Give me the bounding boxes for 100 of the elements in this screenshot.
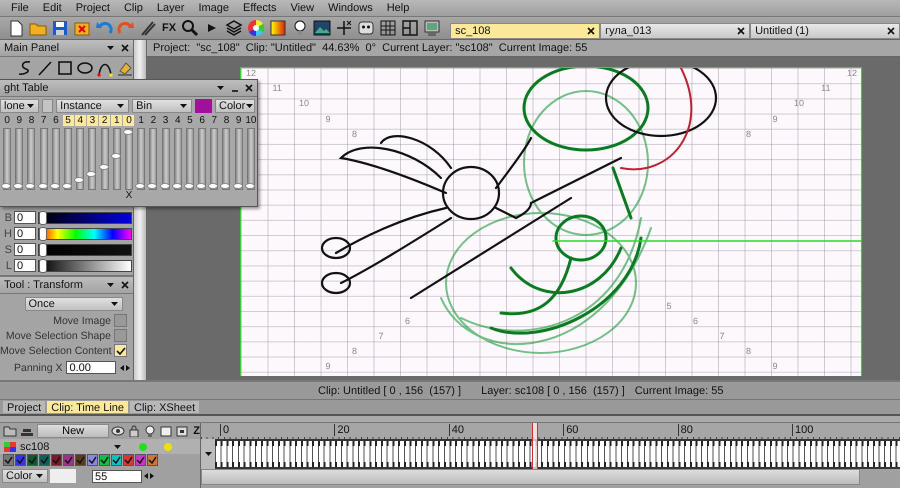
folder-icon[interactable] bbox=[3, 425, 17, 437]
layer-row[interactable]: sc108 bbox=[0, 439, 200, 454]
document-tab[interactable]: гула_013 bbox=[600, 23, 750, 39]
framed-square-icon[interactable] bbox=[175, 425, 190, 437]
panel-tab[interactable]: Project bbox=[2, 400, 46, 414]
dropdown-caret-icon[interactable] bbox=[245, 103, 254, 109]
horizontal-scrollbar[interactable] bbox=[201, 469, 860, 485]
layers-icon[interactable] bbox=[225, 19, 244, 37]
checkbox[interactable] bbox=[114, 329, 127, 342]
slider-thumb[interactable] bbox=[172, 183, 182, 189]
color-group-checkbox[interactable] bbox=[3, 454, 14, 466]
slider-thumb[interactable] bbox=[220, 183, 230, 189]
close-icon[interactable] bbox=[121, 44, 129, 52]
frame-offset-label[interactable]: 2 bbox=[148, 115, 159, 126]
menu-caret-icon[interactable] bbox=[106, 45, 115, 51]
frame-offset-label[interactable]: 0 bbox=[2, 115, 13, 126]
frame-offset-label[interactable]: 3 bbox=[160, 115, 172, 126]
frame-offset-label[interactable]: 6 bbox=[196, 115, 208, 126]
frame-offset-label[interactable]: 6 bbox=[50, 115, 62, 126]
crosshair-icon[interactable] bbox=[335, 19, 354, 37]
grid-icon[interactable] bbox=[379, 19, 398, 37]
dropdown[interactable]: Bin bbox=[132, 99, 192, 113]
menu-item[interactable]: Effects bbox=[236, 1, 284, 15]
mask-icon[interactable] bbox=[357, 19, 376, 37]
frame-offset-label[interactable]: 2 bbox=[99, 115, 110, 126]
menu-item[interactable]: File bbox=[4, 1, 36, 15]
slider-thumb[interactable] bbox=[1, 183, 12, 189]
save-icon[interactable] bbox=[51, 19, 69, 37]
dropdown-caret-icon[interactable] bbox=[178, 103, 188, 109]
slider-thumb[interactable] bbox=[232, 183, 243, 189]
slider-thumb[interactable] bbox=[25, 183, 36, 189]
panning-field[interactable]: 0.00 bbox=[66, 361, 116, 374]
color-group-checkbox[interactable] bbox=[51, 454, 62, 466]
frame-offset-label[interactable]: 4 bbox=[74, 115, 86, 126]
square-icon[interactable] bbox=[159, 425, 174, 437]
color-group-checkbox[interactable] bbox=[123, 454, 134, 466]
lock-icon[interactable] bbox=[127, 425, 142, 437]
monitor-icon[interactable] bbox=[423, 19, 442, 37]
close-icon[interactable] bbox=[587, 27, 596, 35]
status-dot[interactable] bbox=[139, 442, 147, 450]
slider-thumb[interactable] bbox=[110, 153, 121, 160]
search-icon[interactable] bbox=[181, 19, 200, 37]
slider-thumb[interactable] bbox=[39, 258, 47, 272]
frame-offset-label[interactable]: 9 bbox=[233, 115, 244, 126]
rectangle-tool-icon[interactable] bbox=[56, 59, 74, 77]
frame-offset-label[interactable]: 9 bbox=[14, 115, 25, 126]
close-icon[interactable] bbox=[887, 27, 896, 35]
value-field[interactable]: 0 bbox=[14, 243, 36, 256]
menu-item[interactable]: Edit bbox=[36, 1, 69, 15]
checkbox[interactable] bbox=[114, 344, 127, 357]
value-field[interactable]: 0 bbox=[14, 227, 36, 240]
dropdown[interactable]: Color bbox=[2, 469, 48, 483]
document-tab[interactable]: sc_108 bbox=[450, 23, 600, 39]
frame-offset-label[interactable]: 8 bbox=[220, 115, 232, 126]
slider-thumb[interactable] bbox=[147, 183, 158, 189]
color-group-checkbox[interactable] bbox=[15, 454, 26, 466]
slider-thumb[interactable] bbox=[39, 242, 47, 256]
ellipse-tool-icon[interactable] bbox=[76, 59, 94, 77]
slider-thumb[interactable] bbox=[98, 164, 109, 170]
color-group-checkbox[interactable] bbox=[111, 454, 122, 466]
mode-dropdown[interactable]: Once bbox=[24, 297, 122, 311]
value-field[interactable]: 0 bbox=[14, 211, 36, 224]
status-dot[interactable] bbox=[164, 442, 172, 450]
color-group-checkbox[interactable] bbox=[147, 454, 158, 466]
dropdown[interactable]: Instance bbox=[56, 99, 130, 113]
slider-thumb[interactable] bbox=[62, 183, 72, 189]
visibility-eye-icon[interactable] bbox=[111, 425, 126, 437]
color-group-checkbox[interactable] bbox=[99, 454, 110, 466]
slider-thumb[interactable] bbox=[244, 183, 255, 189]
panel-tab[interactable]: Clip: Time Line bbox=[46, 400, 130, 414]
slider-thumb[interactable] bbox=[196, 183, 206, 189]
frame-offset-label[interactable]: 8 bbox=[26, 115, 37, 126]
slider-thumb[interactable] bbox=[122, 129, 133, 135]
color-group-checkbox[interactable] bbox=[27, 454, 38, 466]
color-group-checkbox[interactable] bbox=[87, 454, 98, 466]
color-wheel-icon[interactable] bbox=[247, 19, 266, 37]
value-field[interactable]: 0 bbox=[14, 259, 36, 272]
document-tab[interactable]: Untitled (1) bbox=[750, 23, 900, 39]
slider-thumb[interactable] bbox=[13, 183, 24, 189]
slider-thumb[interactable] bbox=[74, 176, 84, 183]
slider-thumb[interactable] bbox=[50, 183, 60, 189]
image-icon[interactable] bbox=[313, 19, 332, 37]
slider-thumb[interactable] bbox=[38, 183, 48, 189]
menu-caret-icon[interactable] bbox=[216, 85, 225, 91]
dropdown-caret-icon[interactable] bbox=[35, 473, 44, 479]
menu-item[interactable]: Project bbox=[68, 1, 117, 15]
dropdown-caret-icon[interactable] bbox=[116, 103, 126, 109]
menu-item[interactable]: Layer bbox=[150, 1, 192, 15]
new-layer-button[interactable]: New bbox=[37, 424, 110, 438]
time-ruler[interactable]: 0 20 40 60 80 100 bbox=[201, 423, 900, 439]
gradient-square-icon[interactable] bbox=[269, 19, 288, 37]
effects-button[interactable]: FX bbox=[160, 22, 178, 34]
frame-offset-label[interactable]: 1 bbox=[136, 115, 147, 126]
close-icon[interactable] bbox=[737, 27, 746, 35]
frame-offset-label[interactable]: 5 bbox=[62, 115, 74, 126]
menu-item[interactable]: Image bbox=[191, 1, 236, 15]
menu-item[interactable]: Windows bbox=[321, 1, 380, 15]
menu-item[interactable]: Help bbox=[380, 1, 416, 15]
slider-thumb[interactable] bbox=[86, 170, 96, 177]
panel-tab[interactable]: Clip: XSheet bbox=[129, 400, 200, 414]
